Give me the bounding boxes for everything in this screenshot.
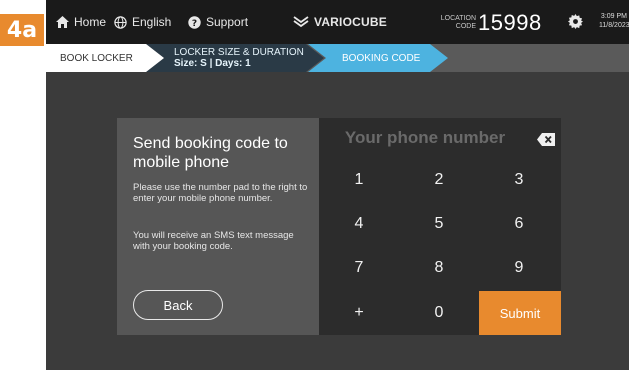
settings-button[interactable]: [568, 14, 583, 29]
key-4[interactable]: 4: [319, 202, 399, 246]
key-0[interactable]: 0: [399, 291, 479, 335]
support-button[interactable]: ? Support: [188, 0, 248, 44]
phone-number-placeholder: Your phone number: [344, 128, 506, 147]
breadcrumb: LOCKER SIZE & DURATION Size: S | Days: 1…: [46, 44, 629, 72]
back-button[interactable]: Back: [133, 290, 223, 320]
gear-icon: [568, 14, 583, 29]
home-button[interactable]: Home: [56, 0, 106, 44]
globe-icon: [114, 15, 127, 29]
key-plus[interactable]: +: [319, 291, 399, 335]
step-badge: 4a: [0, 14, 44, 46]
key-8[interactable]: 8: [399, 246, 479, 290]
backspace-icon: [537, 133, 555, 150]
key-3[interactable]: 3: [479, 158, 559, 202]
key-2[interactable]: 2: [399, 158, 479, 202]
key-7[interactable]: 7: [319, 246, 399, 290]
breadcrumb-step-booking-code: BOOKING CODE: [308, 44, 448, 72]
language-button[interactable]: English: [114, 0, 171, 44]
language-label: English: [132, 15, 172, 29]
kiosk-screen: Home English ? Support VARIOCUBE LOCATIO…: [46, 0, 629, 370]
key-1[interactable]: 1: [319, 158, 399, 202]
phone-number-input[interactable]: Your phone number: [319, 124, 561, 154]
key-9[interactable]: 9: [479, 246, 559, 290]
info-panel: Send booking code to mobile phone Please…: [117, 118, 319, 335]
top-bar: Home English ? Support VARIOCUBE LOCATIO…: [46, 0, 629, 44]
home-label: Home: [74, 15, 107, 29]
booking-code-dialog: Send booking code to mobile phone Please…: [117, 118, 561, 335]
clock-time: 3:09 PM: [600, 13, 627, 20]
instruction-text: Please use the number pad to the right t…: [133, 182, 308, 204]
breadcrumb-step-size-duration[interactable]: LOCKER SIZE & DURATION Size: S | Days: 1: [146, 44, 324, 72]
location-code-label: LOCATION CODE: [440, 15, 476, 30]
variocube-logo-icon: [293, 16, 309, 28]
backspace-button[interactable]: [537, 133, 555, 151]
clock: 3:09 PM 11/8/2023: [599, 12, 629, 30]
svg-text:?: ?: [192, 19, 197, 29]
key-5[interactable]: 5: [399, 202, 479, 246]
home-icon: [56, 16, 69, 28]
key-6[interactable]: 6: [479, 202, 559, 246]
location-code: 15998: [478, 10, 542, 35]
question-icon: ?: [188, 15, 201, 29]
clock-date: 11/8/2023: [599, 22, 629, 29]
brand-name: VARIOCUBE: [314, 15, 387, 29]
breadcrumb-step-book-locker[interactable]: BOOK LOCKER: [46, 44, 164, 72]
sms-info-text: You will receive an SMS text message wit…: [133, 230, 294, 252]
support-label: Support: [206, 15, 249, 29]
submit-button[interactable]: Submit: [479, 291, 561, 335]
keypad-panel: Your phone number 1 2 3 4 5 6 7 8 9 + 0 …: [319, 118, 561, 335]
brand-logo: VARIOCUBE: [293, 0, 387, 44]
dialog-title: Send booking code to mobile phone: [133, 135, 288, 171]
